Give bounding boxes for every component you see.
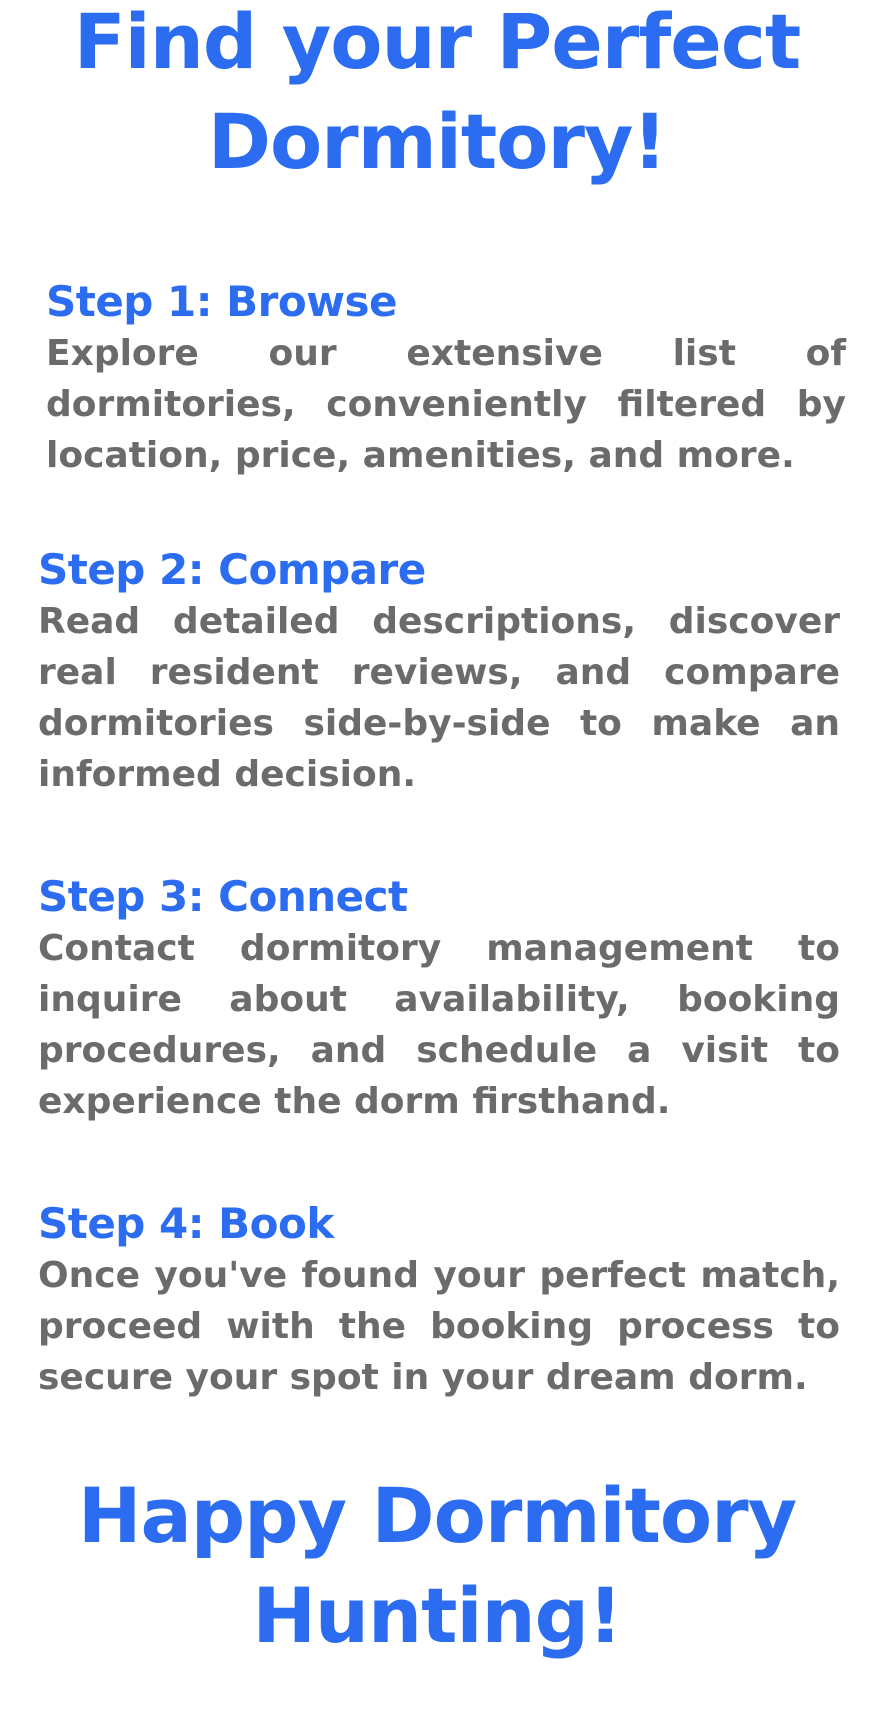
closing-title: Happy Dormitory Hunting!	[0, 1466, 874, 1666]
step-compare-title: Step 2: Compare	[38, 545, 426, 594]
step-compare-description: Read detailed descriptions, discover rea…	[38, 601, 840, 795]
step-connect-title: Step 3: Connect	[38, 872, 408, 921]
page-title: Find your Perfect Dormitory!	[0, 0, 874, 192]
closing-title-line1: Happy Dormitory	[77, 1471, 797, 1560]
step-connect-description: Contact dormitory management to inquire …	[38, 928, 840, 1122]
step-browse-title: Step 1: Browse	[46, 277, 398, 326]
step-connect: Step 3: Connect Contact dormitory manage…	[38, 871, 840, 1127]
step-compare: Step 2: Compare Read detailed descriptio…	[38, 544, 840, 800]
closing-title-line2: Hunting!	[252, 1571, 622, 1660]
step-book: Step 4: Book Once you've found your perf…	[38, 1198, 840, 1403]
step-browse-description: Explore our extensive list of dormitorie…	[46, 333, 846, 476]
step-browse: Step 1: Browse Explore our extensive lis…	[46, 276, 846, 481]
step-book-description: Once you've found your perfect match, pr…	[38, 1255, 840, 1398]
page-title-line1: Find your Perfect	[73, 0, 801, 86]
step-book-title: Step 4: Book	[38, 1199, 334, 1248]
page-title-line2: Dormitory!	[207, 97, 667, 186]
